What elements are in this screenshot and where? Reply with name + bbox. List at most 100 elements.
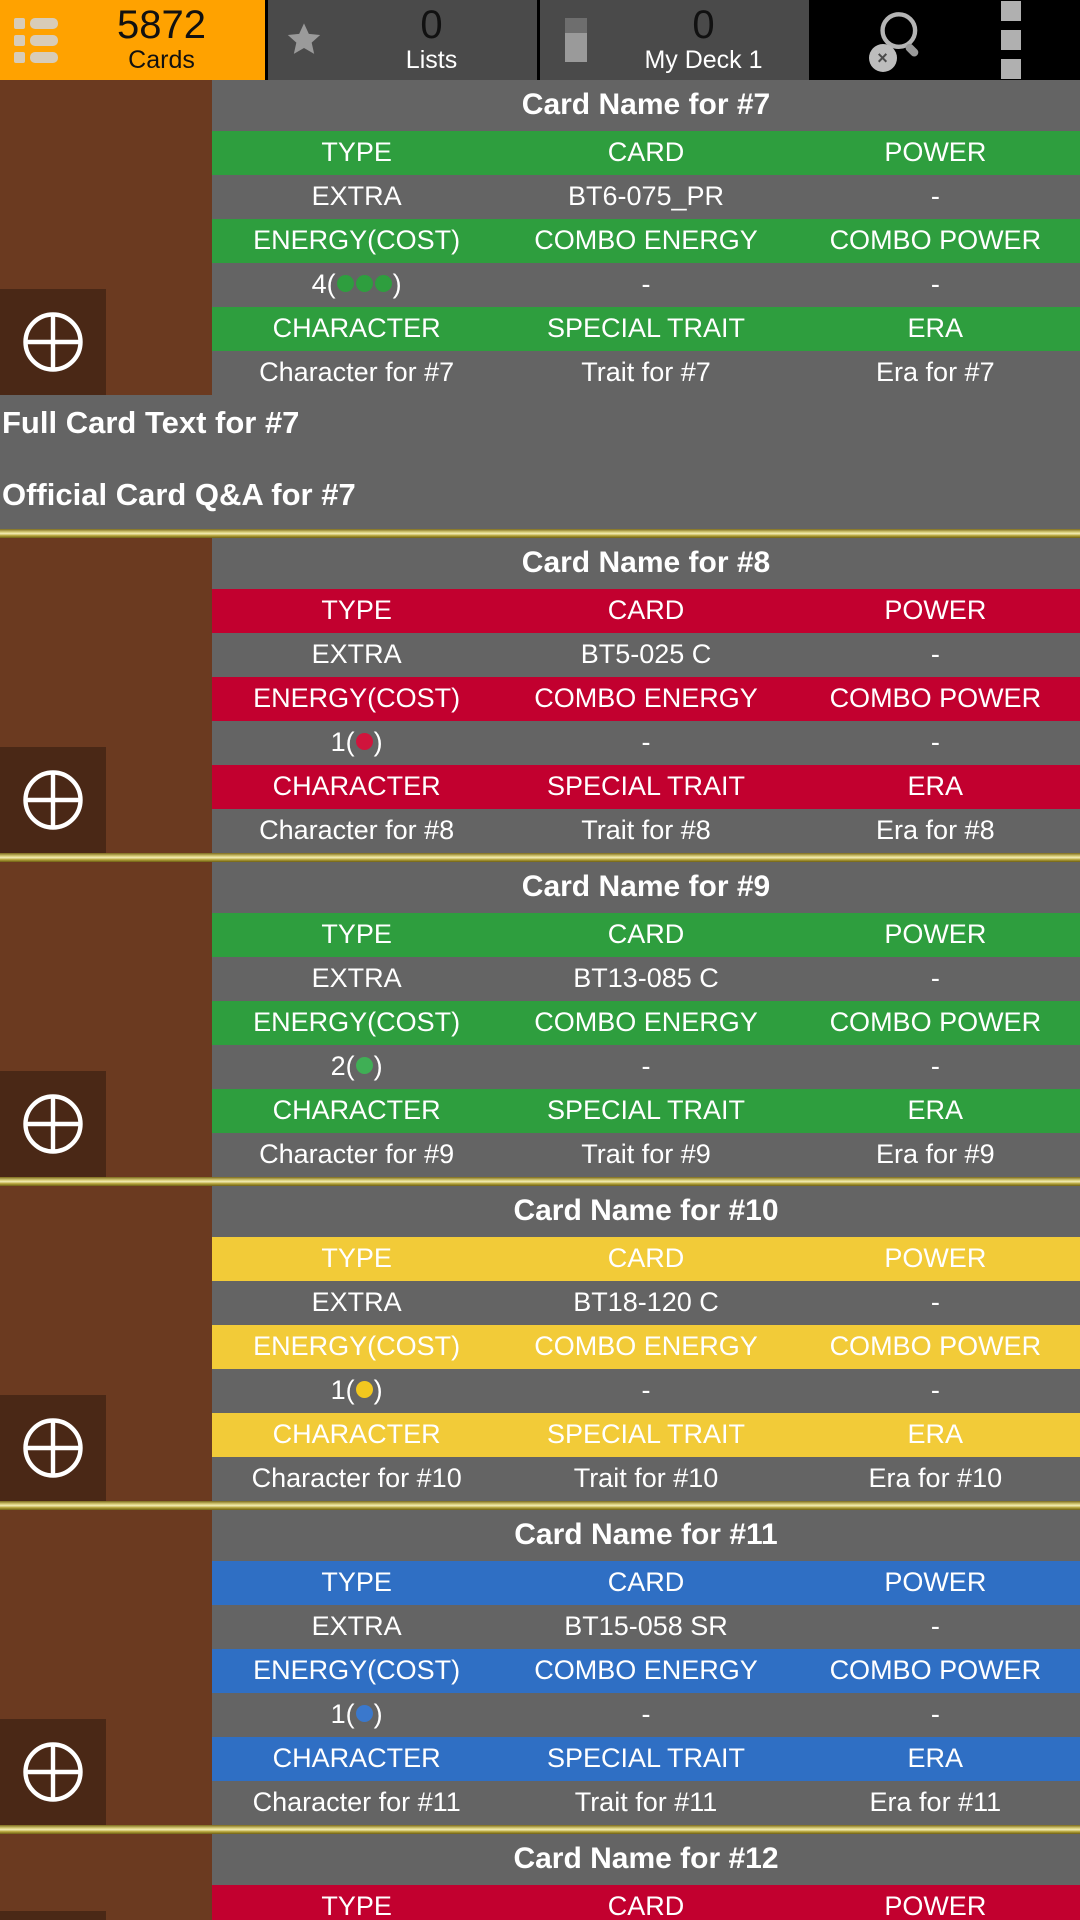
card: BT13-085 C [573,963,719,993]
card-value-row: Character for #7 Trait for #7 Era for #7 [212,351,1080,395]
column-header: CHARACTER [272,1419,441,1449]
card: BT18-120 C [573,1287,719,1317]
column-header: COMBO POWER [829,1331,1042,1361]
column-header: TYPE [321,1891,392,1920]
column-header: ERA [907,313,964,343]
energy-dot-icon [355,733,373,751]
card-value-row: Character for #10 Trait for #10 Era for #1… [212,1457,1080,1501]
card-header-row-2: ENERGY(COST) COMBO ENERGY COMBO POWER [212,1649,1080,1693]
crosshair-icon[interactable] [0,1071,106,1177]
character: Character for #10 [251,1463,462,1493]
card-value-row: Character for #9 Trait for #9 Era for #9 [212,1133,1080,1177]
tab-lists[interactable]: 0 Lists [268,0,540,80]
era: Era for #11 [869,1787,1002,1817]
crosshair-icon[interactable] [0,1911,106,1920]
card-name: Card Name for #8 [212,538,1080,589]
card-header-row-2: ENERGY(COST) COMBO ENERGY COMBO POWER [212,219,1080,263]
power: - [930,639,940,669]
energy-dot-icon [355,1381,373,1399]
card-list[interactable]: Card Name for #7 TYPE CARD POWER EXTRA BT6-07… [0,80,1080,1920]
column-header: ENERGY(COST) [253,225,461,255]
power: - [930,181,940,211]
card-full-text: Full Card Text for #7 [0,395,1080,445]
crosshair-icon[interactable] [0,1395,106,1501]
card-value-row: EXTRA BT18-120 C - [212,1281,1080,1325]
combo-power-value: - [930,1051,940,1081]
combo-power-value: - [930,1375,940,1405]
tab-deck-label: My Deck 1 [644,46,763,74]
list-icon [0,17,72,63]
card-value-row: EXTRA BT5-025 C - [212,633,1080,677]
search-button[interactable]: × [868,4,941,76]
clear-search-icon[interactable]: × [868,44,897,72]
column-header: CARD [607,137,685,167]
card-name: Card Name for #9 [212,862,1080,913]
energy-dot-icon [374,275,392,293]
card-thumbnail[interactable] [0,538,212,853]
card-value-row: 1() - - [212,1369,1080,1413]
column-header: COMBO POWER [829,225,1042,255]
card-list-item[interactable]: Card Name for #7 TYPE CARD POWER EXTRA BT6-07… [0,80,1080,395]
card-list-item[interactable]: Card Name for #10 TYPE CARD POWER EXTRA BT18-… [0,1186,1080,1501]
type: EXTRA [311,963,402,993]
column-header: COMBO ENERGY [534,1655,758,1685]
power: - [930,1611,940,1641]
card-divider [0,853,1080,862]
column-header: COMBO ENERGY [534,683,758,713]
tab-my-deck[interactable]: 0 My Deck 1 [540,0,812,80]
energy-cost-cell: 1() [212,1369,501,1413]
card-name: Card Name for #11 [212,1510,1080,1561]
crosshair-icon[interactable] [0,747,106,853]
energy-dot-icon [355,1705,373,1723]
overflow-menu-icon[interactable] [1000,1,1021,79]
column-header: TYPE [321,595,392,625]
card-value-row: 1() - - [212,721,1080,765]
toolbar-actions: × [812,0,1080,80]
combo-energy-value: - [641,1375,651,1405]
card-header-row-2: ENERGY(COST) COMBO ENERGY COMBO POWER [212,1325,1080,1369]
column-header: POWER [884,1567,987,1597]
energy-cost-cell: 1() [212,721,501,765]
column-header: COMBO POWER [829,1007,1042,1037]
card: BT15-058 SR [564,1611,728,1641]
card-divider [0,1177,1080,1186]
crosshair-icon[interactable] [0,289,106,395]
card-list-item[interactable]: Card Name for #11 TYPE CARD POWER EXTRA BT15-… [0,1510,1080,1825]
card-list-item[interactable]: Card Name for #9 TYPE CARD POWER EXTRA BT13-0… [0,862,1080,1177]
column-header: COMBO ENERGY [534,225,758,255]
column-header: CHARACTER [272,1743,441,1773]
energy-cost-cell: 4() [212,263,501,307]
energy-dot-icon [355,275,373,293]
column-header: POWER [884,1243,987,1273]
card-thumbnail[interactable] [0,1186,212,1501]
era: Era for #10 [868,1463,1003,1493]
card-header-row-3: CHARACTER SPECIAL TRAIT ERA [212,307,1080,351]
card-thumbnail[interactable] [0,80,212,395]
card-list-item[interactable]: Card Name for #12TYPECARDPOWEREXTRABT13-… [0,1834,1080,1920]
combo-energy-value: - [641,727,651,757]
card-thumbnail[interactable] [0,862,212,1177]
combo-power-value: - [930,1699,940,1729]
column-header: CHARACTER [272,1095,441,1125]
card-divider [0,529,1080,538]
tab-cards-count: 5872 [117,3,206,47]
card-header-row-3: CHARACTER SPECIAL TRAIT ERA [212,1089,1080,1133]
column-header: CARD [607,1891,685,1920]
era: Era for #8 [876,815,995,845]
era: Era for #7 [876,357,995,387]
card-list-item[interactable]: Card Name for #8 TYPE CARD POWER EXTRA BT5-02… [0,538,1080,853]
card-header-row-1: TYPE CARD POWER [212,589,1080,633]
crosshair-icon[interactable] [0,1719,106,1825]
column-header: ENERGY(COST) [253,1007,461,1037]
card-thumbnail[interactable] [0,1510,212,1825]
column-header: ENERGY(COST) [253,1655,461,1685]
column-header: TYPE [321,1567,392,1597]
column-header: ERA [907,1419,964,1449]
card-header-row-1: TYPE CARD POWER [212,913,1080,957]
card-value-row: Character for #8 Trait for #8 Era for #8 [212,809,1080,853]
column-header: CARD [607,595,685,625]
card-header-row-2: ENERGY(COST) COMBO ENERGY COMBO POWER [212,677,1080,721]
card-thumbnail[interactable] [0,1834,212,1920]
column-header: POWER [884,595,987,625]
tab-cards[interactable]: 5872 Cards [0,0,268,80]
